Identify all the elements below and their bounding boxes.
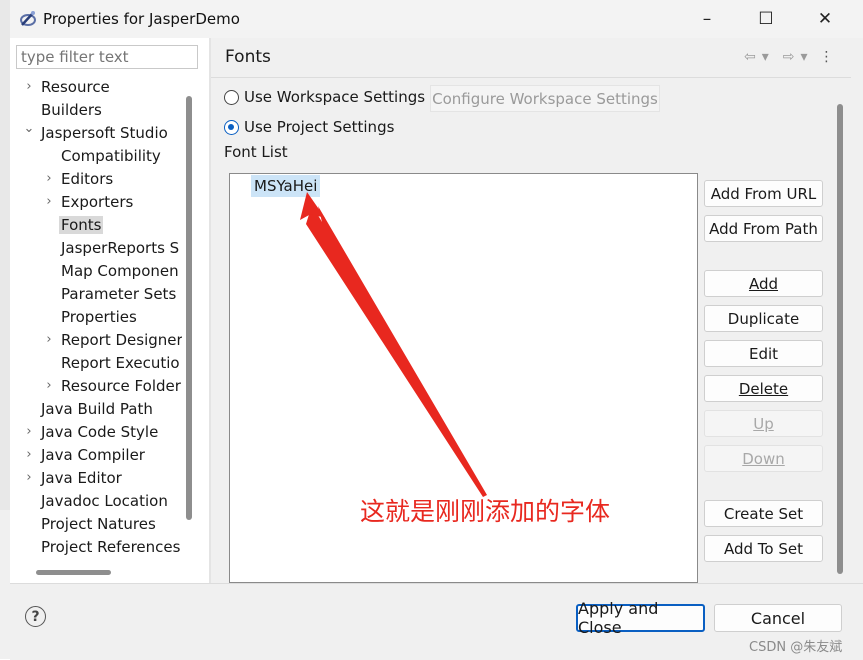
tree-item[interactable]: Java Build Path [41, 398, 153, 420]
tree-item[interactable]: Map Componen [61, 260, 179, 282]
tree-item[interactable]: Properties [61, 306, 137, 328]
forward-arrow-icon[interactable]: ⇨ [783, 49, 795, 65]
add-from-url-button[interactable]: Add From URL [704, 180, 823, 207]
tree-item[interactable]: Project References [41, 536, 180, 558]
add-button-label: Add [748, 274, 779, 293]
tree-item[interactable]: › Report Designer [46, 329, 182, 351]
up-button[interactable]: Up [704, 410, 823, 437]
chevron-right-icon[interactable]: › [41, 168, 57, 190]
tree-item-label: Resource [41, 78, 110, 96]
use-project-label[interactable]: Use Project Settings [244, 118, 394, 136]
chevron-right-icon[interactable]: › [41, 329, 57, 351]
tree-item-label: Properties [61, 308, 137, 326]
tree-item[interactable]: Project Natures [41, 513, 156, 535]
tree-item-label: Java Compiler [41, 446, 145, 464]
page-vertical-scrollbar[interactable] [837, 104, 843, 574]
configure-workspace-link[interactable]: Configure Workspace Settings [430, 85, 660, 112]
delete-button-label: Delete [738, 379, 789, 398]
tree-horizontal-scrollbar[interactable] [36, 570, 111, 575]
preference-tree: › Resource Builders ⌄ Jaspersoft Studio Compa… [10, 76, 182, 566]
chevron-right-icon[interactable]: › [41, 191, 57, 213]
tree-item[interactable]: Parameter Sets [61, 283, 176, 305]
tree-item-label: Project Natures [41, 515, 156, 533]
chevron-right-icon[interactable]: › [41, 375, 57, 397]
minimize-icon: – [702, 9, 712, 29]
page-title: Fonts [225, 47, 271, 67]
edit-button[interactable]: Edit [704, 340, 823, 367]
tree-item[interactable]: › Editors [46, 168, 114, 190]
tree-item-label: Exporters [61, 193, 134, 211]
tree-item-label: Project References [41, 538, 181, 556]
add-to-set-button[interactable]: Add To Set [704, 535, 823, 562]
tree-item-label: Builders [41, 101, 102, 119]
tree-item-label: Report Designer [61, 331, 182, 349]
page-nav: ⇦ ▾ ⇨ ▾ ⋮ [744, 45, 834, 69]
chevron-down-icon[interactable]: ⌄ [21, 118, 37, 140]
down-button[interactable]: Down [704, 445, 823, 472]
view-menu-icon[interactable]: ⋮ [820, 49, 834, 65]
header-separator [211, 77, 851, 78]
tree-item-label: Java Editor [41, 469, 122, 487]
down-button-label: Down [742, 449, 785, 468]
font-list-item[interactable]: MSYaHei [251, 175, 321, 197]
tree-item[interactable]: ⌄ Jaspersoft Studio [24, 121, 168, 144]
cancel-button[interactable]: Cancel [714, 604, 842, 632]
back-dropdown-icon[interactable]: ▾ [762, 49, 769, 65]
close-icon: ✕ [817, 9, 833, 29]
tree-item-label: Report Executio [61, 354, 180, 372]
duplicate-button[interactable]: Duplicate [704, 305, 823, 332]
tree-item-label: Resource Folder [61, 377, 181, 395]
maximize-button[interactable]: ☐ [743, 0, 789, 38]
eclipse-app-icon [20, 11, 36, 26]
chevron-right-icon[interactable]: › [21, 467, 37, 489]
tree-item[interactable]: › Exporters [46, 191, 134, 213]
chevron-right-icon[interactable]: › [21, 76, 37, 98]
tree-item[interactable]: Fonts [59, 214, 104, 236]
use-workspace-radio[interactable] [224, 90, 239, 105]
watermark: CSDN @朱友斌 [749, 640, 843, 655]
tree-item-label: Javadoc Location [41, 492, 168, 510]
tree-item[interactable]: › Java Editor [26, 467, 122, 489]
chevron-right-icon[interactable]: › [21, 444, 37, 466]
delete-button[interactable]: Delete [704, 375, 823, 402]
tree-item[interactable]: Builders [41, 99, 102, 121]
tree-item-label: Java Code Style [41, 423, 159, 441]
tree-item-label: Parameter Sets [61, 285, 177, 303]
minimize-button[interactable]: – [684, 0, 730, 38]
font-list-label: Font List [224, 143, 288, 161]
use-project-radio[interactable] [224, 120, 239, 135]
tree-item-label: Compatibility [61, 147, 161, 165]
up-button-label: Up [753, 414, 774, 433]
help-icon[interactable]: ? [25, 606, 46, 627]
tree-item-label: Jaspersoft Studio [41, 124, 168, 142]
tree-item[interactable]: › Java Code Style [26, 421, 159, 443]
filter-input[interactable] [16, 45, 198, 69]
tree-item[interactable]: Javadoc Location [41, 490, 168, 512]
annotation-text: 这就是刚刚添加的字体 [360, 497, 611, 526]
tree-item[interactable]: Report Executio [61, 352, 180, 374]
tree-item-label: Fonts [59, 216, 104, 234]
tree-item-label: Map Componen [61, 262, 179, 280]
close-button[interactable]: ✕ [802, 0, 848, 38]
forward-dropdown-icon[interactable]: ▾ [801, 49, 808, 65]
back-arrow-icon[interactable]: ⇦ [744, 49, 756, 65]
tree-item[interactable]: JasperReports S [61, 237, 179, 259]
chevron-right-icon[interactable]: › [21, 421, 37, 443]
tree-item[interactable]: › Resource [26, 76, 110, 98]
add-button[interactable]: Add [704, 270, 823, 297]
create-set-button[interactable]: Create Set [704, 500, 823, 527]
tree-item[interactable]: › Java Compiler [26, 444, 145, 466]
tree-item-label: JasperReports S [61, 239, 180, 257]
tree-item[interactable]: Compatibility [61, 145, 161, 167]
tree-item-label: Editors [61, 170, 114, 188]
tree-vertical-scrollbar[interactable] [186, 96, 192, 520]
add-from-path-button[interactable]: Add From Path [704, 215, 823, 242]
apply-and-close-button[interactable]: Apply and Close [576, 599, 705, 637]
window-title: Properties for JasperDemo [43, 10, 240, 28]
use-workspace-label[interactable]: Use Workspace Settings [244, 88, 425, 106]
tree-item-label: Java Build Path [41, 400, 153, 418]
maximize-icon: ☐ [758, 9, 774, 29]
tree-item[interactable]: › Resource Folder [46, 375, 181, 397]
